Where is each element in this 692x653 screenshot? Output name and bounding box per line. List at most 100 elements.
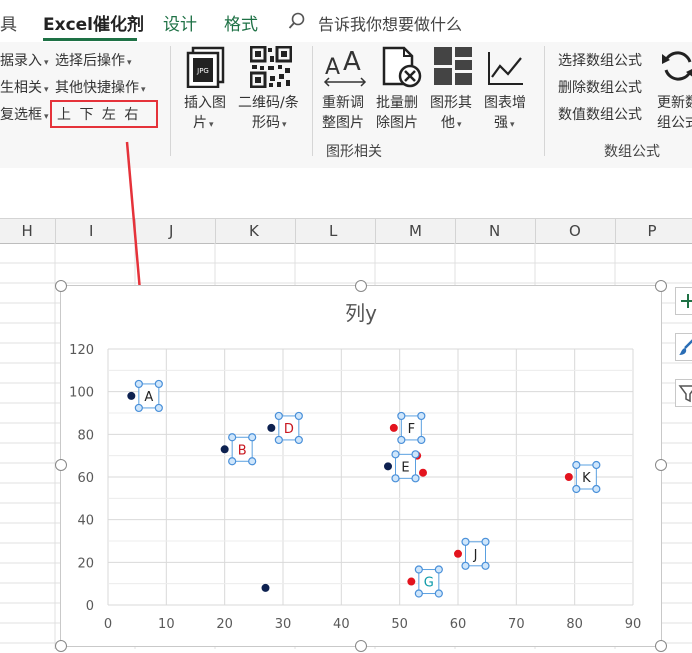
insert-image-label[interactable]: 插入图	[184, 92, 226, 112]
qrcode-label-2[interactable]: 形码 ▾	[252, 112, 287, 132]
tab-format[interactable]: 格式	[224, 10, 258, 35]
label-resize-handle[interactable]	[414, 589, 423, 598]
chart-enhance-icon[interactable]	[487, 50, 525, 90]
scatter-point[interactable]	[419, 468, 427, 477]
scatter-point[interactable]	[127, 391, 136, 400]
scatter-point[interactable]	[261, 583, 270, 592]
column-header-l[interactable]: L	[329, 222, 337, 240]
scatter-chart[interactable]: 列y 0 10 20 30 40 50 60 70 80 90 0 20 40 60 80 100 120 A B D F…	[60, 285, 662, 647]
scatter-point[interactable]	[220, 445, 229, 454]
chart-styles-button[interactable]	[675, 333, 692, 361]
label-resize-handle[interactable]	[417, 435, 426, 445]
shapes-other-label[interactable]: 图形其	[430, 92, 472, 112]
reorder-images-label[interactable]: 重新调	[322, 92, 364, 112]
data-label-d[interactable]: D	[274, 411, 303, 445]
label-resize-handle[interactable]	[397, 411, 406, 421]
column-header-k[interactable]: K	[249, 222, 259, 240]
label-resize-handle[interactable]	[592, 484, 601, 494]
qrcode-label[interactable]: 二维码/条	[238, 92, 299, 112]
tab-excel-catalyst[interactable]: Excel催化剂	[43, 10, 144, 35]
label-resize-handle[interactable]	[414, 565, 423, 574]
column-header-j[interactable]: J	[169, 222, 173, 240]
column-header-m[interactable]: M	[409, 222, 422, 240]
tab-design[interactable]: 设计	[163, 10, 197, 35]
chart-title[interactable]: 列y	[345, 301, 377, 325]
scatter-point[interactable]	[564, 473, 573, 481]
tab-partial[interactable]: 具	[0, 10, 17, 35]
other-shortcuts-button[interactable]: 其他快捷操作 ▾	[55, 77, 146, 97]
label-resize-handle[interactable]	[154, 379, 163, 389]
label-resize-handle[interactable]	[134, 403, 143, 413]
data-label-e[interactable]: E	[391, 450, 420, 483]
update-array-label-2[interactable]: 组公式	[657, 112, 692, 132]
batch-delete-label[interactable]: 批量删	[376, 92, 418, 112]
shapes-other-icon[interactable]	[433, 46, 473, 90]
label-resize-handle[interactable]	[572, 460, 581, 470]
data-label-a[interactable]: A	[134, 379, 163, 413]
label-resize-handle[interactable]	[294, 411, 303, 421]
column-header-n[interactable]: N	[489, 222, 500, 240]
label-resize-handle[interactable]	[391, 474, 400, 483]
label-resize-handle[interactable]	[461, 561, 470, 570]
label-resize-handle[interactable]	[248, 457, 257, 466]
label-resize-handle[interactable]	[434, 589, 443, 598]
qrcode-icon[interactable]	[249, 45, 293, 92]
related-button[interactable]: 生相关 ▾	[0, 77, 49, 97]
label-resize-handle[interactable]	[154, 403, 163, 413]
insert-image-icon[interactable]: JPG	[185, 46, 227, 92]
search-icon[interactable]	[288, 12, 306, 34]
label-resize-handle[interactable]	[228, 457, 237, 466]
column-header-i[interactable]: I	[89, 222, 93, 240]
chart-resize-handle[interactable]	[655, 280, 667, 292]
chart-resize-handle[interactable]	[355, 640, 367, 652]
label-resize-handle[interactable]	[248, 433, 257, 442]
label-resize-handle[interactable]	[572, 484, 581, 494]
label-resize-handle[interactable]	[274, 411, 283, 421]
scatter-point[interactable]	[267, 423, 276, 432]
column-header-o[interactable]: O	[569, 222, 581, 240]
chart-elements-button[interactable]	[675, 287, 692, 315]
refresh-icon[interactable]	[660, 48, 692, 88]
tell-me-search[interactable]: 告诉我你想要做什么	[318, 11, 462, 35]
chart-enhance-label-2[interactable]: 强 ▾	[494, 112, 515, 132]
label-resize-handle[interactable]	[481, 537, 490, 546]
data-entry-button[interactable]: 据录入 ▾	[0, 50, 49, 70]
column-header-p[interactable]: P	[648, 222, 657, 240]
label-resize-handle[interactable]	[228, 433, 237, 442]
label-resize-handle[interactable]	[592, 460, 601, 470]
data-label-j[interactable]: J	[461, 537, 490, 570]
label-resize-handle[interactable]	[481, 561, 490, 570]
chart-resize-handle[interactable]	[55, 280, 67, 292]
label-resize-handle[interactable]	[417, 411, 426, 421]
data-label-k[interactable]: K	[572, 460, 601, 494]
label-resize-handle[interactable]	[397, 435, 406, 445]
label-resize-handle[interactable]	[411, 474, 420, 483]
data-label-f[interactable]: F	[397, 411, 426, 445]
chart-resize-handle[interactable]	[355, 280, 367, 292]
batch-delete-label-2[interactable]: 除图片	[376, 112, 418, 132]
chart-enhance-label[interactable]: 图表增	[484, 92, 526, 112]
label-resize-handle[interactable]	[434, 565, 443, 574]
label-resize-handle[interactable]	[391, 450, 400, 459]
scatter-point[interactable]	[389, 423, 398, 432]
scatter-point[interactable]	[454, 549, 462, 558]
checkbox-button[interactable]: 复选框 ▾	[0, 104, 49, 124]
label-resize-handle[interactable]	[134, 379, 143, 389]
data-label-b[interactable]: B	[228, 433, 257, 466]
reorder-images-icon[interactable]: A A	[323, 47, 367, 92]
label-resize-handle[interactable]	[461, 537, 470, 546]
update-array-label[interactable]: 更新数	[657, 92, 692, 112]
label-resize-handle[interactable]	[274, 435, 283, 445]
column-header-h[interactable]: H	[22, 222, 33, 240]
scatter-point[interactable]	[384, 462, 392, 471]
chart-resize-handle[interactable]	[655, 459, 667, 471]
chart-resize-handle[interactable]	[55, 640, 67, 652]
delete-array-formula-button[interactable]: 删除数组公式	[558, 77, 642, 97]
scatter-point[interactable]	[407, 577, 416, 586]
label-resize-handle[interactable]	[294, 435, 303, 445]
shapes-other-label-2[interactable]: 他 ▾	[441, 112, 462, 132]
value-array-formula-button[interactable]: 数值数组公式	[558, 104, 642, 124]
select-array-formula-button[interactable]: 选择数组公式	[558, 50, 642, 70]
chart-filters-button[interactable]	[675, 379, 692, 407]
insert-image-label-2[interactable]: 片 ▾	[193, 112, 214, 132]
